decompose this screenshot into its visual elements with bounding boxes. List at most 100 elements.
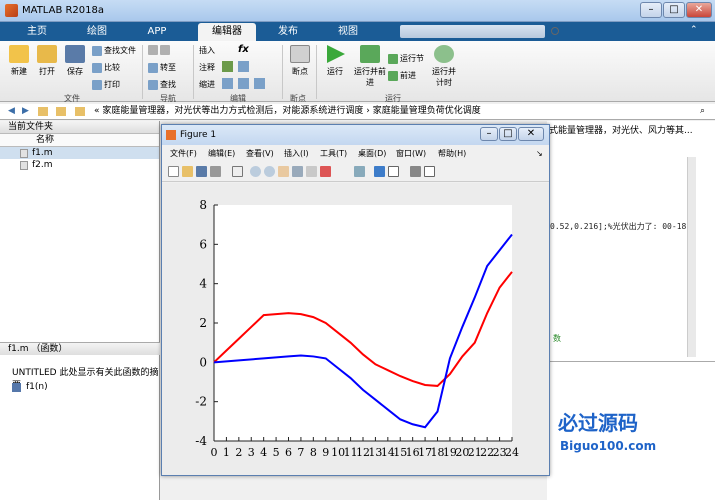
link-plot-icon[interactable] [354,166,365,177]
menu-edit[interactable]: 编辑(E) [208,146,235,161]
zoom-out-icon[interactable] [264,166,275,177]
code-line[interactable]: 0.52,0.216];%光伏出力了: 00-18 [550,221,686,232]
title-bar: MATLAB R2018a – □ ✕ [0,0,715,22]
tab-apps[interactable]: APP [128,23,186,41]
hide-tools-icon[interactable] [410,166,421,177]
tab-home[interactable]: 主页 [8,23,66,41]
brush-icon[interactable] [320,166,331,177]
tab-view[interactable]: 视图 [319,23,377,41]
x-tick-label: 4 [260,446,267,459]
run-button[interactable]: 运行 [320,45,350,77]
editor-scrollbar[interactable] [687,157,696,357]
run-advance-button[interactable]: 运行并前进 [354,45,386,88]
menu-tools[interactable]: 工具(T) [320,146,347,161]
tab-plots[interactable]: 绘图 [68,23,126,41]
data-cursor-icon[interactable] [306,166,317,177]
new-figure-icon[interactable] [168,166,179,177]
menu-file[interactable]: 文件(F) [170,146,197,161]
save-figure-icon[interactable] [196,166,207,177]
x-tick-label: 5 [273,446,280,459]
up-folder-icon[interactable] [38,107,48,116]
x-tick-label: 2 [235,446,242,459]
maximize-button[interactable]: □ [663,2,685,18]
pan-icon[interactable] [278,166,289,177]
menu-window[interactable]: 窗口(W) [396,146,426,161]
quick-access-toolbar[interactable] [400,25,545,38]
figure-window[interactable]: Figure 1 – □ ✕ 文件(F) 编辑(E) 查看(V) 插入(I) 工… [161,124,550,476]
m-file-icon [20,161,28,170]
breakpoint-icon [290,45,310,63]
print-button[interactable]: 打印 [92,79,120,90]
back-forward-button[interactable] [148,45,172,55]
run-and-time-button[interactable]: 运行并计时 [430,45,458,88]
help-expand-icon[interactable]: ⌃ [690,25,710,39]
find-files-button[interactable]: 查找文件 [92,45,136,56]
compare-button[interactable]: 比较 [92,62,120,73]
open-button[interactable]: 打开 [32,45,62,77]
breakpoints-button[interactable]: 断点 [285,45,315,77]
browse-folder-icon[interactable] [56,107,66,116]
group-label-file: 文件 [64,94,80,103]
rotate-icon[interactable] [292,166,303,177]
figure-title-bar[interactable]: Figure 1 – □ ✕ [162,125,549,145]
tab-editor[interactable]: 编辑器 [198,23,256,41]
details-header: f1.m （函数） [0,342,160,355]
colorbar-icon[interactable] [374,166,385,177]
open-file-icon[interactable] [182,166,193,177]
figure-maximize-button[interactable]: □ [499,127,517,141]
folder-icon [75,107,85,116]
menu-help[interactable]: 帮助(H) [438,146,466,161]
new-button[interactable]: 新建 [4,45,34,77]
comment-percent-icon[interactable] [222,61,233,72]
menu-insert[interactable]: 插入(I) [284,146,309,161]
goto-icon [148,62,158,73]
close-button[interactable]: ✕ [686,2,712,18]
menu-view[interactable]: 查看(V) [246,146,274,161]
compare-icon [92,62,102,73]
ribbon-divider [282,45,283,99]
smart-indent-icon[interactable] [254,78,265,89]
column-header-name[interactable]: 名称 [0,134,159,147]
advance-button[interactable]: 前进 [388,70,416,81]
figure-minimize-button[interactable]: – [480,127,498,141]
y-tick-label: 2 [199,316,207,330]
wrap-icon[interactable] [238,61,249,72]
outdent-icon[interactable] [238,78,249,89]
path-search-icon[interactable]: ⌕ [700,104,705,119]
indent-icon[interactable] [222,78,233,89]
group-label-edit: 编辑 [230,94,246,103]
save-icon [65,45,85,63]
m-file-icon [20,149,28,158]
address-bar[interactable]: ◀ ▶ « 家庭能量管理器，对光伏等出力方式检测后，对能源系统进行调度 › 家庭… [0,104,715,120]
line-chart[interactable]: 86420-2-40 1 2 3 4 5 6 7 8 9 101112131415161718192… [162,183,549,475]
zoom-in-icon[interactable] [250,166,261,177]
advance-icon [388,70,398,81]
indent-button[interactable]: 缩进 [199,79,215,90]
goto-button[interactable]: 转至 [148,62,176,73]
find-button[interactable]: 查找 [148,79,176,90]
list-item[interactable]: f1.m [0,147,159,159]
y-tick-label: 6 [199,237,207,251]
print-figure-icon[interactable] [210,166,221,177]
nav-back-icon[interactable]: ◀ [8,104,15,119]
insert-button[interactable]: 插入 [199,45,215,56]
run-section-button[interactable]: 运行节 [388,53,424,64]
pointer-icon[interactable] [232,166,243,177]
save-button[interactable]: 保存 [60,45,90,77]
list-item[interactable]: f2.m [0,159,159,171]
current-path[interactable]: « 家庭能量管理器，对光伏等出力方式检测后，对能源系统进行调度 › 家庭能量管理… [94,104,481,119]
comment-button[interactable]: 注释 [199,62,215,73]
menu-dock-icon[interactable]: ↘ [536,146,543,161]
show-tools-icon[interactable] [424,166,435,177]
nav-forward-icon[interactable]: ▶ [22,104,29,119]
tab-publish[interactable]: 发布 [259,23,317,41]
y-tick-label: 4 [199,277,207,291]
figure-close-button[interactable]: ✕ [518,127,544,141]
editor-tab-text[interactable]: 式能量管理器，对光伏、风力等其... [549,123,693,136]
legend-icon[interactable] [388,166,399,177]
y-tick-label: 0 [199,355,207,369]
fx-button[interactable]: fx [238,44,249,55]
minimize-button[interactable]: – [640,2,662,18]
y-tick-label: -4 [195,434,207,448]
menu-desktop[interactable]: 桌面(D) [358,146,386,161]
